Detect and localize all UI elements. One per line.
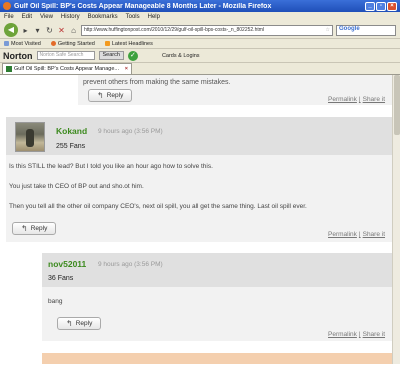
- tab-close-icon[interactable]: ×: [125, 66, 128, 72]
- comment-kokand: Kokand 9 hours ago (3:56 PM) 255 Fans Is…: [6, 117, 392, 242]
- norton-toolbar: Norton Norton Safe Search Search ✓ Cards…: [0, 49, 400, 63]
- bookmark-label: Latest Headlines: [111, 40, 153, 47]
- bookmarks-toolbar: Most Visited Getting Started Latest Head…: [0, 39, 400, 49]
- norton-search-button[interactable]: Search: [98, 51, 124, 60]
- username-link[interactable]: nov52011: [48, 259, 86, 269]
- reload-icon[interactable]: ↻: [45, 26, 54, 35]
- tab-active[interactable]: Gulf Oil Spill: BP's Costs Appear Manage…: [2, 63, 132, 74]
- comment-timestamp: 9 hours ago (3:56 PM): [98, 128, 163, 135]
- norton-search-input[interactable]: Norton Safe Search: [36, 51, 95, 60]
- bookmark-star-icon[interactable]: ☆: [326, 27, 330, 33]
- reply-button[interactable]: ↰ Reply: [57, 317, 102, 330]
- comment-text: prevent others from making the same mist…: [83, 79, 231, 86]
- scrollbar-thumb[interactable]: [394, 75, 400, 135]
- page-content[interactable]: prevent others from making the same mist…: [0, 75, 400, 364]
- reply-arrow-icon: ↰: [66, 319, 73, 328]
- bookmark-label: Most Visited: [11, 40, 41, 47]
- tab-title: Gulf Oil Spill: BP's Costs Appear Manage…: [14, 66, 119, 72]
- reply-button[interactable]: ↰ Reply: [88, 89, 133, 102]
- minimize-button[interactable]: _: [365, 1, 375, 11]
- reply-label: Reply: [75, 320, 93, 327]
- norton-logo: Norton: [3, 50, 33, 61]
- comment-nov52011: nov52011 9 hours ago (3:56 PM) 36 Fans b…: [42, 253, 392, 341]
- history-dropdown-icon[interactable]: ▾: [33, 26, 42, 35]
- firefox-icon: [3, 2, 11, 10]
- url-bar[interactable]: http://www.huffingtonpost.com/2010/12/29…: [81, 24, 333, 36]
- window-title: Gulf Oil Spill: BP's Costs Appear Manage…: [14, 2, 272, 10]
- comment-paragraph: Is this STILL the lead? But I told you l…: [9, 163, 213, 170]
- comment-paragraph: You just take th CEO of BP out and sho.o…: [9, 183, 144, 190]
- bookmark-getting-started[interactable]: Getting Started: [50, 40, 95, 47]
- search-engine-box[interactable]: Google: [336, 24, 396, 36]
- comment-header: Kokand 9 hours ago (3:56 PM) 255 Fans: [6, 117, 392, 155]
- menu-file[interactable]: File: [4, 14, 14, 20]
- fan-count: 255 Fans: [56, 143, 86, 150]
- menu-tools[interactable]: Tools: [126, 14, 140, 20]
- bookmark-icon: [4, 40, 9, 46]
- comment-links: Permalink | Share it: [328, 96, 386, 103]
- menu-help[interactable]: Help: [148, 14, 160, 20]
- permalink-link[interactable]: Permalink: [328, 96, 357, 103]
- navigation-toolbar: ◀ ▸ ▾ ↻ ✕ ⌂ http://www.huffingtonpost.co…: [0, 22, 400, 39]
- safe-web-check-icon[interactable]: ✓: [127, 50, 138, 61]
- menu-history[interactable]: History: [61, 14, 80, 20]
- reply-label: Reply: [30, 225, 48, 232]
- stop-icon[interactable]: ✕: [57, 26, 66, 35]
- share-link[interactable]: Share it: [363, 231, 385, 238]
- vertical-scrollbar[interactable]: [392, 75, 400, 364]
- menu-bookmarks[interactable]: Bookmarks: [88, 14, 118, 20]
- bookmark-label: Getting Started: [57, 40, 95, 47]
- avatar[interactable]: [15, 122, 45, 152]
- reply-arrow-icon: ↰: [21, 224, 28, 233]
- close-button[interactable]: ×: [387, 1, 397, 11]
- reply-arrow-icon: ↰: [97, 91, 104, 100]
- window-titlebar: Gulf Oil Spill: BP's Costs Appear Manage…: [0, 0, 400, 12]
- maximize-button[interactable]: ▫: [376, 1, 386, 11]
- comment-paragraph: Then you tell all the other oil company …: [9, 203, 307, 210]
- site-favicon: [6, 66, 12, 72]
- url-text: http://www.huffingtonpost.com/2010/12/29…: [84, 27, 265, 33]
- next-comment-edge: [42, 353, 392, 364]
- bookmark-latest-headlines[interactable]: Latest Headlines: [104, 40, 153, 47]
- window-controls: _ ▫ ×: [365, 1, 397, 11]
- cards-logins-button[interactable]: Cards & Logins: [162, 53, 200, 59]
- comment-links: Permalink | Share it: [328, 231, 386, 238]
- fan-count: 36 Fans: [48, 275, 74, 282]
- permalink-link[interactable]: Permalink: [328, 331, 357, 338]
- comment-timestamp: 9 hours ago (3:56 PM): [98, 261, 163, 268]
- firefox-icon: [50, 40, 56, 46]
- permalink-link[interactable]: Permalink: [328, 231, 357, 238]
- menu-view[interactable]: View: [40, 14, 53, 20]
- reply-button[interactable]: ↰ Reply: [12, 222, 57, 235]
- rss-icon: [104, 40, 110, 46]
- menu-bar: File Edit View History Bookmarks Tools H…: [0, 12, 400, 22]
- share-link[interactable]: Share it: [363, 331, 385, 338]
- comment-text: bang: [48, 298, 63, 305]
- bookmark-most-visited[interactable]: Most Visited: [4, 41, 41, 47]
- comment-header: nov52011 9 hours ago (3:56 PM) 36 Fans: [42, 253, 392, 287]
- reply-label: Reply: [106, 92, 124, 99]
- forward-button[interactable]: ▸: [21, 26, 30, 35]
- comment-links: Permalink | Share it: [328, 331, 386, 338]
- home-icon[interactable]: ⌂: [69, 26, 78, 35]
- share-link[interactable]: Share it: [363, 96, 385, 103]
- username-link[interactable]: Kokand: [56, 126, 87, 136]
- back-button[interactable]: ◀: [4, 23, 18, 37]
- tab-strip: Gulf Oil Spill: BP's Costs Appear Manage…: [0, 63, 400, 75]
- menu-edit[interactable]: Edit: [22, 14, 32, 20]
